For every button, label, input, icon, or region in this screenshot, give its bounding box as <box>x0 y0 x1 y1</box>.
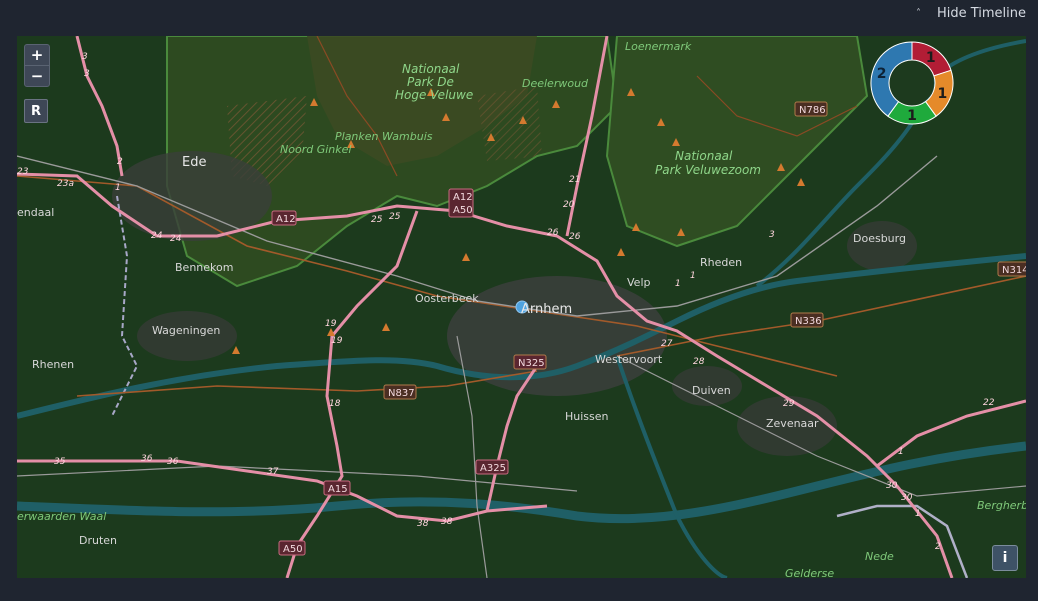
exit-number: 25 <box>389 212 401 222</box>
map-canvas: Ede Arnhem Bennekom Wageningen Rhenen Oo… <box>17 36 1026 578</box>
town-label: Westervoort <box>595 353 663 366</box>
svg-text:A50: A50 <box>453 205 473 216</box>
exit-number: 30 <box>886 481 898 491</box>
road-shield: A15 <box>323 480 351 496</box>
exit-number: 2 <box>117 157 123 167</box>
cluster-segment-count: 1 <box>926 50 936 66</box>
exit-number: 3 <box>769 230 775 240</box>
svg-text:N837: N837 <box>388 388 415 399</box>
exit-number: 27 <box>661 339 673 349</box>
park-label: Deelerwoud <box>522 77 589 90</box>
hide-timeline-toggle[interactable]: ˄ Hide Timeline <box>916 4 1026 22</box>
doesburg-urban <box>847 221 917 271</box>
svg-text:A12: A12 <box>276 214 296 225</box>
cluster-donut[interactable]: 1 1 1 2 <box>870 41 954 125</box>
cluster-segment-count: 1 <box>938 86 948 102</box>
park-label: erwaarden Waal <box>17 510 106 523</box>
exit-number: 23a <box>57 179 74 189</box>
exit-number: 37 <box>267 467 279 477</box>
exit-number: 1 <box>690 271 696 281</box>
svg-text:A325: A325 <box>480 463 506 474</box>
exit-number: 30 <box>901 493 913 503</box>
exit-number: 38 <box>417 519 429 529</box>
reset-view-button[interactable]: R <box>24 99 48 123</box>
town-label: Druten <box>79 534 117 547</box>
road-shield: A50 <box>278 540 306 556</box>
exit-number: 19 <box>325 319 337 329</box>
svg-text:N325: N325 <box>518 358 545 369</box>
exit-number: 3 <box>84 69 90 79</box>
town-label: Huissen <box>565 410 609 423</box>
zoom-out-button[interactable]: − <box>25 65 49 86</box>
exit-number: 26 <box>569 232 581 242</box>
exit-number: 26 <box>547 228 559 238</box>
town-label: Velp <box>627 276 650 289</box>
exit-number: 1 <box>675 279 681 289</box>
exit-number: 36 <box>167 457 179 467</box>
top-bar: ˄ Hide Timeline <box>0 0 1038 36</box>
exit-number: 36 <box>141 454 153 464</box>
exit-number: 23 <box>17 167 29 177</box>
town-label: endaal <box>17 206 54 219</box>
exit-number: 38 <box>441 517 453 527</box>
road-shield: A12 <box>271 210 297 226</box>
svg-text:A12: A12 <box>453 192 473 203</box>
town-label: Wageningen <box>152 324 220 337</box>
road-shield: N314 <box>997 261 1026 277</box>
park-label: Noord Ginkel <box>280 143 351 156</box>
park-label: Loenermark <box>625 40 692 53</box>
exit-number: 2 <box>935 542 941 552</box>
road-shield: N336 <box>790 312 824 328</box>
exit-number: 28 <box>693 357 705 367</box>
military-area <box>477 86 542 161</box>
town-label: Bennekom <box>175 261 233 274</box>
exit-number: 35 <box>54 457 66 467</box>
park-label: Gelderse <box>785 567 834 578</box>
hide-timeline-label: Hide Timeline <box>936 5 1026 21</box>
exit-number: 20 <box>563 200 575 210</box>
exit-number: 21 <box>569 175 580 185</box>
park-label: Bergherbos <box>977 499 1026 512</box>
exit-number: 1 <box>898 447 904 457</box>
park-label: Planken Wambuis <box>335 130 433 143</box>
map-view[interactable]: Ede Arnhem Bennekom Wageningen Rhenen Oo… <box>17 36 1026 578</box>
city-label-ede: Ede <box>182 155 206 170</box>
exit-number: 22 <box>983 398 995 408</box>
cluster-segment-count: 1 <box>907 108 917 124</box>
town-label: Oosterbeek <box>415 292 479 305</box>
exit-number: 24 <box>170 234 182 244</box>
svg-text:N314: N314 <box>1002 265 1026 276</box>
svg-text:N336: N336 <box>795 316 822 327</box>
exit-number: 3 <box>82 52 88 62</box>
road-shield: A12 A50 <box>448 188 474 218</box>
town-label: Zevenaar <box>766 417 819 430</box>
svg-text:A50: A50 <box>283 544 303 555</box>
exit-number: 1 <box>915 509 921 519</box>
town-label: Duiven <box>692 384 731 397</box>
svg-text:A15: A15 <box>328 484 348 495</box>
cluster-segment-count: 2 <box>877 66 887 82</box>
caret-up-icon: ˄ <box>915 7 921 19</box>
town-label: Doesburg <box>853 232 906 245</box>
town-label: Rhenen <box>32 358 74 371</box>
exit-number: 18 <box>329 399 341 409</box>
svg-text:N786: N786 <box>799 105 826 116</box>
exit-number: 1 <box>115 183 121 193</box>
road-shield: N786 <box>794 101 828 117</box>
road-shield: N837 <box>383 384 417 400</box>
exit-number: 29 <box>783 399 795 409</box>
info-button[interactable]: i <box>992 545 1018 571</box>
zoom-control: + − <box>24 44 50 87</box>
city-label-arnhem: Arnhem <box>521 302 572 317</box>
exit-number: 25 <box>371 215 383 225</box>
road-shield: N325 <box>513 354 547 370</box>
exit-number: 19 <box>331 336 343 346</box>
park-label: Nede <box>865 550 894 563</box>
road-shield: A325 <box>475 459 509 475</box>
zoom-in-button[interactable]: + <box>25 45 49 65</box>
exit-number: 24 <box>151 231 163 241</box>
town-label: Rheden <box>700 256 742 269</box>
